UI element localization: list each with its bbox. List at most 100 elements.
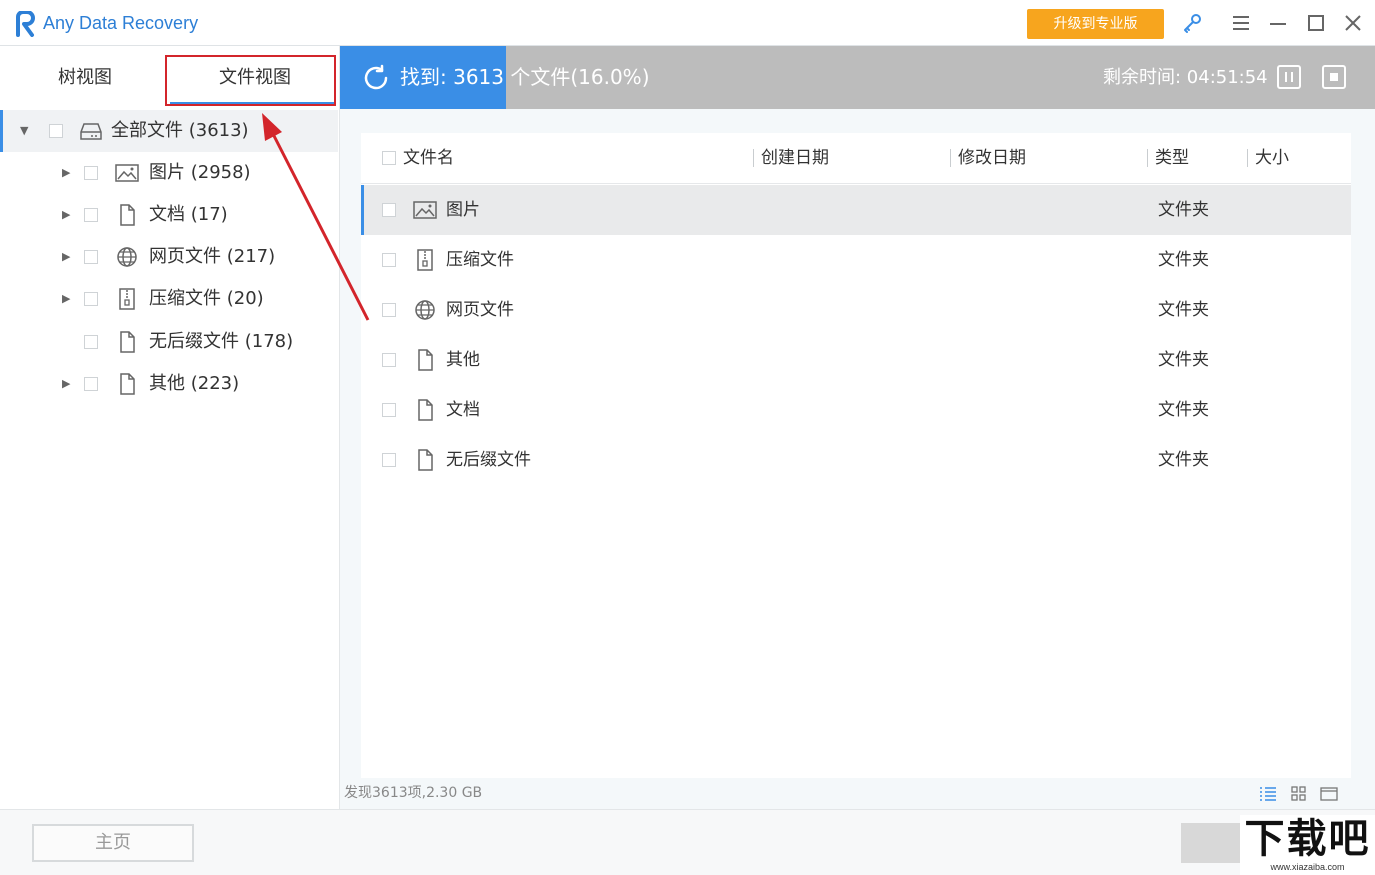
row-name: 无后缀文件: [446, 450, 531, 470]
column-header-created[interactable]: 创建日期: [761, 133, 829, 184]
caret-down-icon[interactable]: ▼: [20, 110, 32, 152]
scan-found-text: 找到: 3613 个文件(16.0%): [400, 65, 650, 89]
row-checkbox[interactable]: [382, 403, 396, 417]
table-row[interactable]: 网页文件 文件夹: [361, 285, 1351, 335]
key-icon[interactable]: [1181, 12, 1203, 34]
tree-item-label: 网页文件 (217): [149, 246, 276, 267]
document-icon: [418, 349, 433, 371]
document-icon: [418, 449, 433, 471]
tree-checkbox[interactable]: [84, 208, 98, 222]
column-divider[interactable]: [753, 149, 754, 167]
table-row[interactable]: 其他 文件夹: [361, 335, 1351, 385]
drive-icon: [80, 123, 102, 140]
scan-progress-bar: 找到: 3613 个文件(16.0%) 剩余时间: 04:51:54: [340, 46, 1375, 109]
column-header-name[interactable]: 文件名: [403, 133, 454, 184]
tab-tree-view[interactable]: 树视图: [0, 46, 170, 109]
app-logo-icon: [16, 11, 35, 37]
row-checkbox[interactable]: [382, 353, 396, 367]
tab-file-view[interactable]: 文件视图: [170, 46, 340, 109]
tree-item-label: 全部文件 (3613): [111, 120, 249, 141]
row-name: 文档: [446, 400, 480, 420]
table-row[interactable]: 图片 文件夹: [361, 185, 1351, 235]
document-icon: [120, 331, 135, 353]
tree-item-documents[interactable]: ▶ 文档 (17): [0, 194, 338, 236]
status-bar: 发现3613项,2.30 GB: [340, 778, 1375, 809]
tree-item-images[interactable]: ▶ 图片 (2958): [0, 152, 338, 194]
globe-icon: [117, 247, 137, 267]
column-header-type[interactable]: 类型: [1155, 133, 1189, 184]
column-divider[interactable]: [1247, 149, 1248, 167]
column-divider[interactable]: [950, 149, 951, 167]
footer: 主页: [0, 809, 1375, 875]
archive-icon: [119, 288, 135, 310]
image-icon: [115, 164, 139, 182]
tree-item-all-files[interactable]: ▼ 全部文件 (3613): [0, 110, 338, 152]
row-type: 文件夹: [1158, 300, 1209, 320]
menu-icon[interactable]: [1230, 12, 1252, 34]
caret-right-icon[interactable]: ▶: [62, 278, 74, 320]
row-checkbox[interactable]: [382, 253, 396, 267]
column-header-size[interactable]: 大小: [1255, 133, 1289, 184]
row-type: 文件夹: [1158, 350, 1209, 370]
column-divider[interactable]: [1147, 149, 1148, 167]
list-view-icon[interactable]: [1259, 786, 1277, 802]
row-checkbox[interactable]: [382, 203, 396, 217]
tree-checkbox[interactable]: [49, 124, 63, 138]
document-icon: [120, 373, 135, 395]
tree-item-label: 图片 (2958): [149, 162, 251, 183]
image-icon: [413, 201, 437, 219]
caret-right-icon[interactable]: ▶: [62, 236, 74, 278]
left-panel: 树视图 文件视图 ▼ 全部文件 (3613) ▶ 图片 (2958) ▶ 文档 …: [0, 46, 340, 809]
tree-checkbox[interactable]: [84, 377, 98, 391]
stop-button[interactable]: [1322, 65, 1346, 89]
tree-checkbox[interactable]: [84, 166, 98, 180]
tree-item-label: 压缩文件 (20): [149, 288, 264, 309]
remaining-time: 剩余时间: 04:51:54: [1103, 67, 1268, 88]
tree-item-no-extension[interactable]: 无后缀文件 (178): [0, 321, 338, 363]
column-header-modified[interactable]: 修改日期: [958, 133, 1026, 184]
row-checkbox[interactable]: [382, 453, 396, 467]
watermark-url: www.xiazaiba.com: [1270, 862, 1345, 872]
tree-item-label: 其他 (223): [149, 373, 240, 394]
file-list-panel: 文件名 创建日期 修改日期 类型 大小 图片 文件夹 压缩文件 文件夹 网页文件…: [361, 133, 1351, 778]
caret-right-icon[interactable]: ▶: [62, 194, 74, 236]
table-row[interactable]: 文档 文件夹: [361, 385, 1351, 435]
tree-checkbox[interactable]: [84, 292, 98, 306]
document-icon: [120, 204, 135, 226]
close-icon[interactable]: [1342, 12, 1364, 34]
row-type: 文件夹: [1158, 400, 1209, 420]
upgrade-button[interactable]: 升级到专业版: [1027, 9, 1164, 39]
select-all-checkbox[interactable]: [382, 151, 396, 165]
status-summary: 发现3613项,2.30 GB: [344, 785, 483, 801]
caret-right-icon[interactable]: ▶: [62, 152, 74, 194]
tree-item-label: 文档 (17): [149, 204, 228, 225]
document-icon: [418, 399, 433, 421]
archive-icon: [417, 249, 433, 271]
table-row[interactable]: 压缩文件 文件夹: [361, 235, 1351, 285]
tree-checkbox[interactable]: [84, 335, 98, 349]
minimize-icon[interactable]: [1267, 12, 1289, 34]
table-row[interactable]: 无后缀文件 文件夹: [361, 435, 1351, 485]
row-name: 网页文件: [446, 300, 514, 320]
maximize-icon[interactable]: [1305, 12, 1327, 34]
tree-item-other[interactable]: ▶ 其他 (223): [0, 363, 338, 405]
row-name: 图片: [446, 200, 480, 220]
active-tab-indicator: [170, 102, 335, 105]
row-checkbox[interactable]: [382, 303, 396, 317]
pause-button[interactable]: [1277, 65, 1301, 89]
row-type: 文件夹: [1158, 200, 1209, 220]
tree-item-web-files[interactable]: ▶ 网页文件 (217): [0, 236, 338, 278]
tree-item-archives[interactable]: ▶ 压缩文件 (20): [0, 278, 338, 320]
watermark-text: 下载吧: [1244, 815, 1371, 862]
row-type: 文件夹: [1158, 450, 1209, 470]
preview-view-icon[interactable]: [1320, 786, 1338, 802]
table-header: 文件名 创建日期 修改日期 类型 大小: [361, 133, 1351, 184]
caret-right-icon[interactable]: ▶: [62, 363, 74, 405]
app-title: Any Data Recovery: [43, 13, 199, 33]
tree-checkbox[interactable]: [84, 250, 98, 264]
view-tabs: 树视图 文件视图: [0, 46, 340, 109]
stop-icon: [1330, 73, 1338, 81]
home-button[interactable]: 主页: [32, 824, 194, 862]
row-name: 压缩文件: [446, 250, 514, 270]
grid-view-icon[interactable]: [1290, 786, 1308, 802]
